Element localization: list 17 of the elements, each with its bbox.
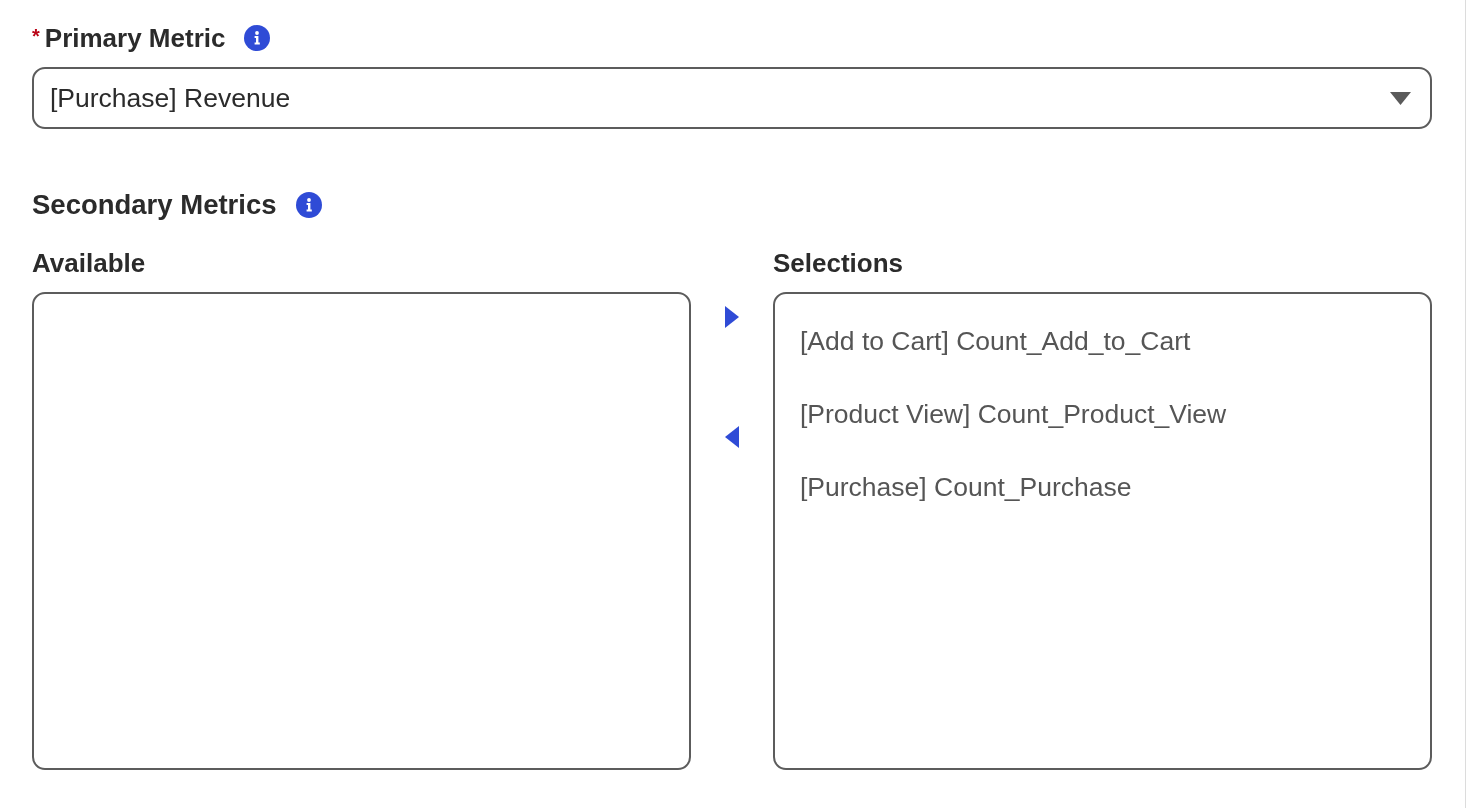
listbox[interactable]: [Add to Cart] Count_Add_to_Cart [Product View] Count_Product_View [Purchase] Count_Purchase: [773, 292, 1432, 770]
dropdown-select[interactable]: [Purchase] Revenue: [32, 67, 1432, 129]
triangle-left-icon: [725, 426, 739, 448]
section-heading: Secondary Metrics: [32, 190, 277, 220]
list-option[interactable]: [Purchase] Count_Purchase: [775, 451, 1430, 524]
required-asterisk: *: [32, 26, 40, 46]
list-label: Available: [32, 248, 146, 278]
move-right-button[interactable]: [725, 306, 739, 328]
info-icon[interactable]: [295, 192, 322, 218]
triangle-right-icon: [725, 306, 739, 328]
move-left-button[interactable]: [725, 426, 739, 448]
info-icon[interactable]: [244, 25, 271, 51]
list-option[interactable]: [Product View] Count_Product_View: [775, 378, 1430, 451]
caret-down-icon: [1390, 91, 1411, 105]
list-label: Selections: [773, 248, 904, 278]
list-option[interactable]: [Add to Cart] Count_Add_to_Cart: [775, 305, 1430, 378]
field-label: Primary Metric: [44, 23, 226, 53]
